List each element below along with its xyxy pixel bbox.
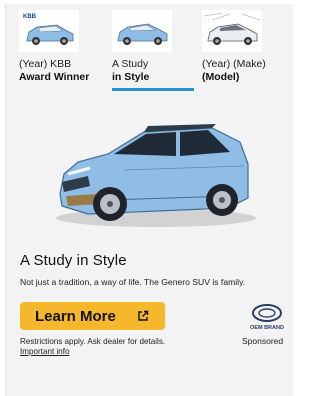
external-link-icon [138,310,149,321]
suv-thumbnail-image: KBB [19,10,79,52]
suv-thumbnail-image [202,10,262,52]
tab-line2: Award Winner [19,71,90,83]
ad-headline: A Study in Style [20,252,127,269]
ad-panel: KBB (Year) KBB Award Winner A Study in S… [6,4,293,396]
tab-line2: in Style [112,71,150,83]
sponsored-label: Sponsored [242,336,284,346]
disclaimer-text: Restrictions apply. Ask dealer for detai… [20,337,166,346]
tab-study-in-style[interactable]: A Study in Style [112,10,196,94]
tab-line1: (Year) (Make) [202,58,266,70]
oem-brand-logo[interactable]: OEM BRAND [247,303,287,333]
kbb-badge: KBB [23,14,37,20]
suv-thumbnail-image [112,10,172,52]
important-info-link[interactable]: Important info [20,347,70,356]
tab-line2: (Model) [202,71,240,83]
tab-kbb-award-winner[interactable]: KBB (Year) KBB Award Winner [19,10,99,94]
tab-year-make-model[interactable]: (Year) (Make) (Model) [202,10,288,94]
tab-line1: A Study [112,58,149,70]
oem-brand-label: OEM BRAND [250,325,284,331]
ad-tabs: KBB (Year) KBB Award Winner A Study in S… [6,4,293,96]
learn-more-label: Learn More [35,307,116,325]
disclaimer: Restrictions apply. Ask dealer for detai… [20,337,190,357]
tab-line1: (Year) KBB [19,58,72,70]
suv-hero-image[interactable] [48,112,260,232]
ad-body-text: Not just a tradition, a way of life. The… [20,277,246,287]
selected-tab-indicator [112,88,194,91]
learn-more-button[interactable]: Learn More [20,302,165,330]
